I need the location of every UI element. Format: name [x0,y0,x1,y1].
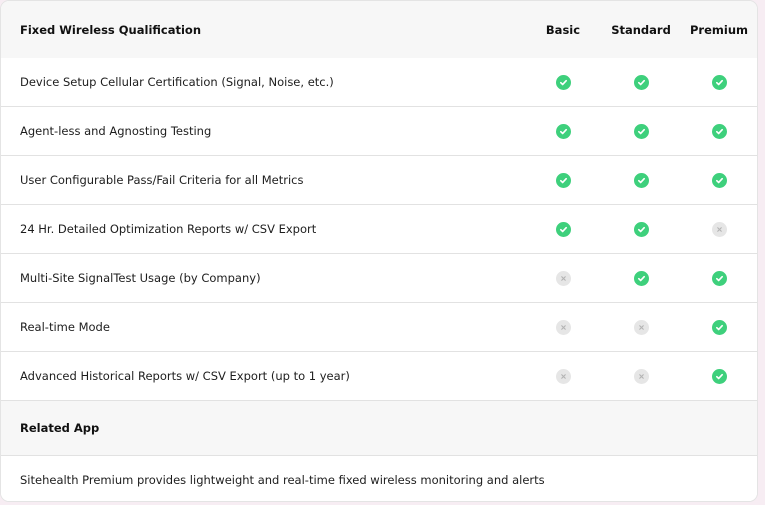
feature-label: 24 Hr. Detailed Optimization Reports w/ … [20,222,317,236]
check-circle-icon [712,74,727,90]
related-app-header: Related App [1,401,757,456]
check-circle-icon [634,172,649,188]
check-circle-icon [712,123,727,139]
x-circle-icon [556,319,571,335]
table-row: Advanced Historical Reports w/ CSV Expor… [1,352,757,401]
feature-label: Multi-Site SignalTest Usage (by Company) [20,271,261,285]
table-row: Device Setup Cellular Certification (Sig… [1,58,757,107]
related-app-description: Sitehealth Premium provides lightweight … [20,472,545,487]
check-circle-icon [712,368,727,384]
table-row: Agent-less and Agnosting Testing [1,107,757,156]
related-app-title: Related App [20,421,100,435]
feature-label: Agent-less and Agnosting Testing [20,124,212,138]
check-circle-icon [634,270,649,286]
check-circle-icon [712,172,727,188]
column-header-basic: Basic [545,22,581,37]
feature-label: Advanced Historical Reports w/ CSV Expor… [20,369,350,383]
check-circle-icon [556,123,571,139]
column-header-premium: Premium [690,22,748,37]
check-circle-icon [556,74,571,90]
feature-label: Device Setup Cellular Certification (Sig… [20,75,334,89]
table-row: Multi-Site SignalTest Usage (by Company) [1,254,757,303]
feature-label: User Configurable Pass/Fail Criteria for… [20,173,304,187]
table-title: Fixed Wireless Qualification [20,22,202,37]
x-circle-icon [712,221,727,237]
feature-label: Real-time Mode [20,320,110,334]
check-circle-icon [634,74,649,90]
table-row: Real-time Mode [1,303,757,352]
x-circle-icon [634,319,649,335]
check-circle-icon [634,221,649,237]
check-circle-icon [712,319,727,335]
x-circle-icon [634,368,649,384]
comparison-table: Fixed Wireless Qualification Basic Stand… [0,0,758,502]
table-row: 24 Hr. Detailed Optimization Reports w/ … [1,205,757,254]
table-header-row: Fixed Wireless Qualification Basic Stand… [1,1,757,59]
table-row: User Configurable Pass/Fail Criteria for… [1,156,757,205]
check-circle-icon [556,221,571,237]
x-circle-icon [556,368,571,384]
check-circle-icon [712,270,727,286]
related-app-description-row: Sitehealth Premium provides lightweight … [1,456,757,501]
x-circle-icon [556,270,571,286]
check-circle-icon [556,172,571,188]
check-circle-icon [634,123,649,139]
column-header-standard: Standard [611,22,671,37]
